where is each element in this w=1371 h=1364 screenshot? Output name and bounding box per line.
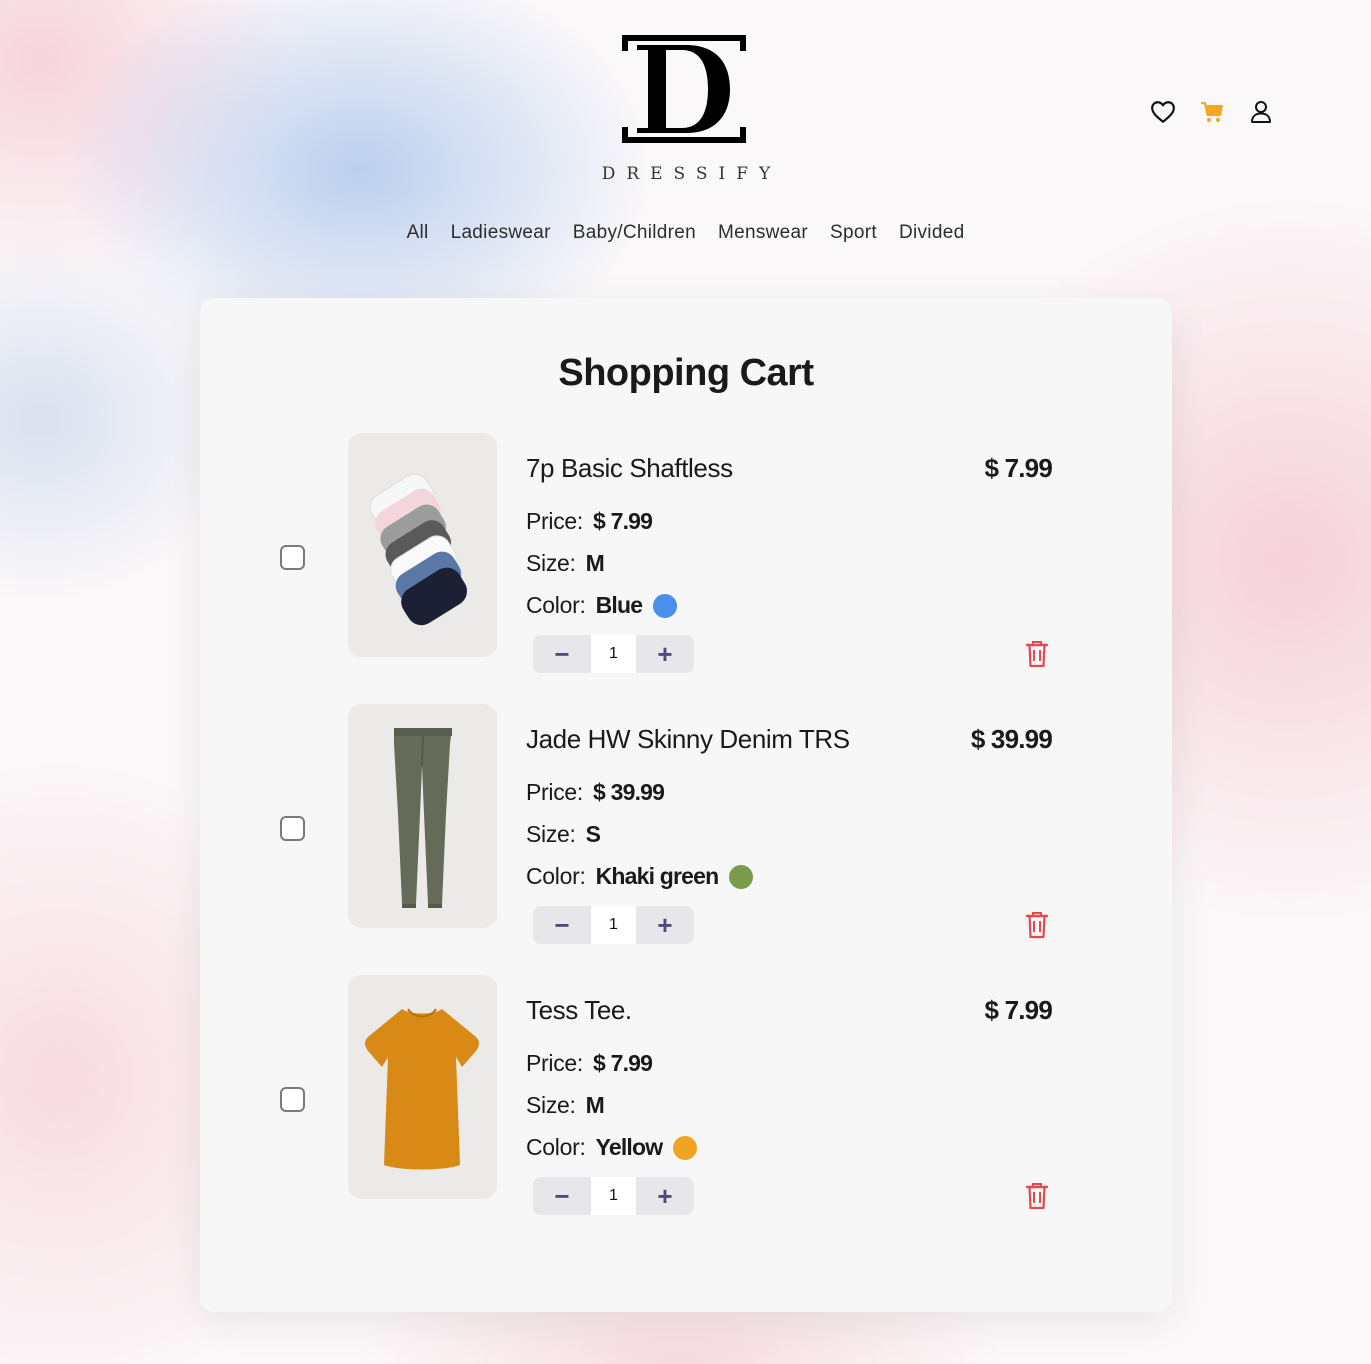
product-name[interactable]: Jade HW Skinny Denim TRS	[526, 724, 850, 755]
nav-item-menswear[interactable]: Menswear	[718, 222, 808, 244]
product-name[interactable]: Tess Tee.	[526, 995, 632, 1026]
decrease-quantity-button[interactable]: −	[533, 1177, 591, 1215]
shopping-cart-card: Shopping Cart 7p Basic Shaftless $ 7.99 …	[200, 298, 1172, 1312]
item-total-price: $ 7.99	[984, 453, 1053, 483]
quantity-value[interactable]: 1	[591, 635, 636, 673]
item-total-price: $ 7.99	[984, 995, 1053, 1025]
item-color-row: Color: Blue	[526, 592, 678, 619]
product-name[interactable]: 7p Basic Shaftless	[526, 453, 733, 484]
size-label: Size:	[526, 550, 576, 576]
size-value: M	[585, 550, 605, 576]
color-value: Blue	[595, 592, 643, 618]
increase-quantity-button[interactable]: +	[636, 635, 694, 673]
item-color-row: Color: Yellow	[526, 1134, 698, 1161]
nav-item-divided[interactable]: Divided	[899, 222, 964, 244]
quantity-stepper: − 1 +	[533, 635, 694, 673]
item-size-row: Size: M	[526, 550, 605, 577]
price-value: $ 39.99	[593, 779, 665, 805]
category-nav: All Ladieswear Baby/Children Menswear Sp…	[0, 222, 1371, 244]
user-icon[interactable]	[1248, 99, 1274, 125]
quantity-value[interactable]: 1	[591, 1177, 636, 1215]
size-label: Size:	[526, 821, 576, 847]
size-label: Size:	[526, 1092, 576, 1118]
quantity-value[interactable]: 1	[591, 906, 636, 944]
item-price-row: Price: $ 7.99	[526, 508, 653, 535]
color-label: Color:	[526, 1134, 586, 1160]
cart-item: Jade HW Skinny Denim TRS $ 39.99 Price: …	[200, 704, 1172, 944]
brand-logo[interactable]	[620, 33, 748, 145]
item-select-checkbox[interactable]	[280, 545, 305, 570]
quantity-stepper: − 1 +	[533, 1177, 694, 1215]
color-swatch	[653, 593, 678, 618]
price-value: $ 7.99	[593, 508, 653, 534]
header-icons	[1150, 99, 1274, 125]
decrease-quantity-button[interactable]: −	[533, 906, 591, 944]
nav-item-ladieswear[interactable]: Ladieswear	[451, 222, 551, 244]
nav-item-sport[interactable]: Sport	[830, 222, 877, 244]
product-image[interactable]	[348, 433, 497, 657]
cart-title: Shopping Cart	[558, 352, 814, 394]
color-label: Color:	[526, 863, 586, 889]
item-color-row: Color: Khaki green	[526, 863, 754, 890]
cart-item: Tess Tee. $ 7.99 Price: $ 7.99 Size: M C…	[200, 975, 1172, 1215]
item-price-row: Price: $ 7.99	[526, 1050, 653, 1077]
price-label: Price:	[526, 779, 583, 805]
item-select-checkbox[interactable]	[280, 816, 305, 841]
heart-icon[interactable]	[1150, 99, 1176, 125]
size-value: S	[585, 821, 601, 847]
color-value: Yellow	[595, 1134, 664, 1160]
item-select-checkbox[interactable]	[280, 1087, 305, 1112]
decrease-quantity-button[interactable]: −	[533, 635, 591, 673]
quantity-stepper: − 1 +	[533, 906, 694, 944]
size-value: M	[585, 1092, 605, 1118]
brand-name: DRESSIFY	[601, 164, 782, 184]
item-size-row: Size: M	[526, 1092, 605, 1119]
price-label: Price:	[526, 1050, 583, 1076]
price-label: Price:	[526, 508, 583, 534]
color-swatch	[729, 864, 754, 889]
nav-item-all[interactable]: All	[407, 222, 429, 244]
product-image[interactable]	[348, 975, 497, 1199]
color-label: Color:	[526, 592, 586, 618]
increase-quantity-button[interactable]: +	[636, 1177, 694, 1215]
trash-icon[interactable]	[1025, 911, 1049, 939]
product-image[interactable]	[348, 704, 497, 928]
nav-item-baby-children[interactable]: Baby/Children	[573, 222, 696, 244]
price-value: $ 7.99	[593, 1050, 653, 1076]
trash-icon[interactable]	[1025, 1182, 1049, 1210]
item-total-price: $ 39.99	[970, 724, 1053, 754]
trash-icon[interactable]	[1025, 640, 1049, 668]
cart-icon[interactable]	[1199, 99, 1225, 125]
item-price-row: Price: $ 39.99	[526, 779, 665, 806]
color-value: Khaki green	[595, 863, 720, 889]
item-size-row: Size: S	[526, 821, 601, 848]
increase-quantity-button[interactable]: +	[636, 906, 694, 944]
cart-item: 7p Basic Shaftless $ 7.99 Price: $ 7.99 …	[200, 433, 1172, 673]
color-swatch	[673, 1135, 698, 1160]
